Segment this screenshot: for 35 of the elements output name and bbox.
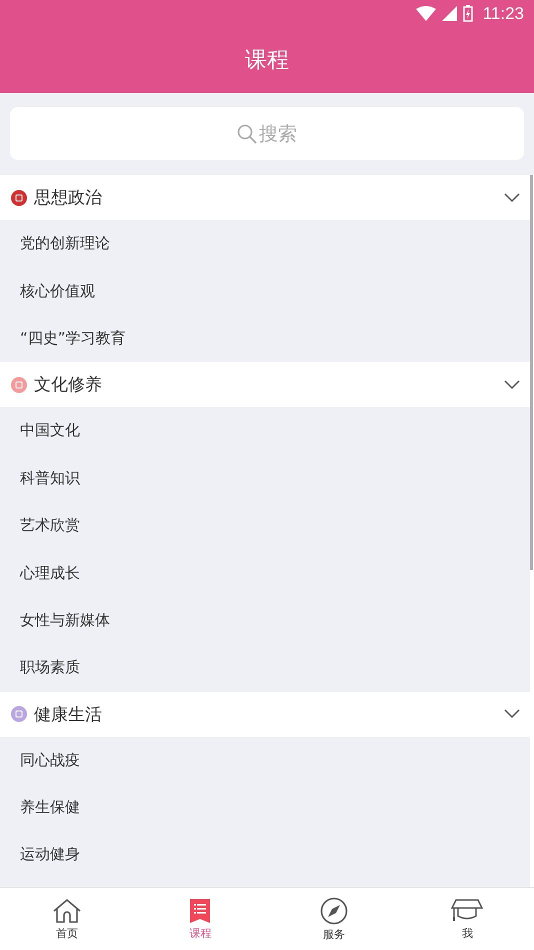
page-title: 课程 bbox=[244, 47, 290, 75]
section-title: 健康生活 bbox=[34, 704, 103, 726]
course-item[interactable]: 科普知识 bbox=[0, 454, 530, 502]
course-item[interactable]: 女性与新媒体 bbox=[0, 596, 530, 644]
course-item[interactable]: 职场素质 bbox=[0, 644, 530, 692]
signal-icon bbox=[442, 6, 457, 21]
course-item[interactable]: 养生保健 bbox=[0, 784, 530, 832]
course-item[interactable]: 心理成长 bbox=[0, 549, 530, 597]
chevron-icon bbox=[504, 192, 520, 202]
section-header[interactable]: 健康生活 bbox=[0, 692, 530, 737]
chevron-icon bbox=[504, 380, 520, 390]
battery-icon bbox=[462, 5, 473, 22]
section-title: 思想政治 bbox=[34, 187, 103, 209]
search-icon bbox=[237, 124, 257, 144]
section-header[interactable]: 文化修养 bbox=[0, 362, 530, 408]
course-item[interactable]: 艺术欣赏 bbox=[0, 502, 530, 550]
home-icon bbox=[52, 898, 82, 924]
course-item[interactable]: 核心价值观 bbox=[0, 267, 530, 315]
graduation-cap-icon bbox=[451, 898, 484, 924]
section-header[interactable]: 思想政治 bbox=[0, 175, 530, 220]
course-item[interactable]: “四史”学习教育 bbox=[0, 314, 530, 362]
course-item[interactable]: 运动健身 bbox=[0, 831, 530, 879]
chevron-icon bbox=[504, 709, 520, 720]
nav-tab[interactable]: 我 bbox=[400, 888, 534, 950]
compass-icon bbox=[320, 896, 348, 924]
course-item[interactable]: 同心战疫 bbox=[0, 736, 530, 784]
list-bookmark-icon bbox=[189, 898, 212, 924]
course-item[interactable]: 党的创新理论 bbox=[0, 220, 530, 268]
nav-tab[interactable]: 课程 bbox=[134, 888, 267, 950]
nav-tab[interactable]: 首页 bbox=[0, 888, 134, 950]
nav-tab[interactable]: 服务 bbox=[267, 888, 400, 950]
wifi-icon bbox=[416, 6, 436, 21]
course-item[interactable]: 中国文化 bbox=[0, 407, 530, 455]
status-time: 11:23 bbox=[482, 4, 524, 24]
section-title: 文化修养 bbox=[34, 374, 103, 396]
